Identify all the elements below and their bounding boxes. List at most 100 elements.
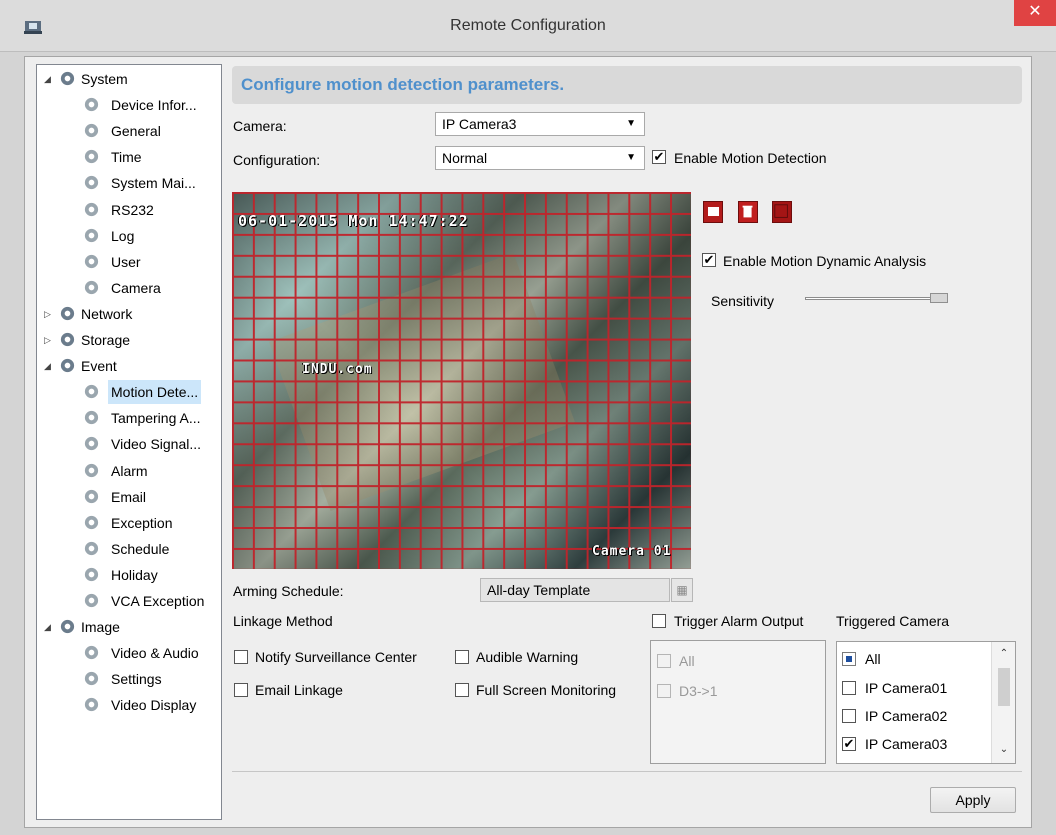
configuration-dropdown-value: Normal (442, 150, 488, 166)
draw-area-icon (708, 207, 719, 216)
tree-item[interactable]: System Mai... (37, 171, 221, 195)
email-linkage-checkbox[interactable] (234, 683, 248, 697)
gear-group-icon (60, 306, 75, 321)
scroll-thumb[interactable] (998, 668, 1010, 706)
gear-icon (84, 698, 99, 712)
tree-item[interactable]: Holiday (37, 563, 221, 587)
tree-item-label: Schedule (111, 540, 170, 557)
tree-item[interactable]: Settings (37, 667, 221, 691)
collapsed-arrow-icon[interactable]: ▷ (44, 302, 54, 326)
remote-config-window: Remote Configuration ✕ ◢ System Device Inf… (0, 0, 1056, 835)
tree-item[interactable]: Motion Dete... (37, 380, 221, 405)
partial-check-mark (846, 656, 852, 662)
gear-icon (84, 567, 99, 582)
camera-all-checkbox[interactable] (842, 652, 856, 666)
gear-icon (84, 593, 99, 608)
audible-warning-checkbox[interactable] (455, 650, 469, 664)
config-tree[interactable]: ◢ System Device Infor... General Time System … (36, 64, 222, 820)
gear-icon (84, 202, 99, 216)
camera-dropdown[interactable]: IP Camera3 ▼ (435, 112, 645, 136)
alarm-output-d3-checkbox[interactable] (657, 684, 671, 698)
tree-item-label: Storage (81, 332, 131, 348)
notify-center-checkbox[interactable] (234, 650, 248, 664)
tree-item[interactable]: Camera (37, 276, 221, 300)
alarm-output-all-checkbox[interactable] (657, 654, 671, 668)
draw-all-button[interactable] (772, 201, 792, 223)
tree-item-label: Video Signal... (111, 436, 202, 453)
tree-item[interactable]: VCA Exception (37, 589, 221, 613)
tree-item[interactable]: ◢ Event (37, 354, 221, 378)
gear-icon (84, 254, 99, 268)
camera-list-scrollbar[interactable]: ⌃ ⌄ (991, 642, 1015, 763)
tree-item[interactable]: RS232 (37, 198, 221, 222)
dynamic-analysis-checkbox[interactable]: ✔ (702, 253, 716, 267)
tree-item[interactable]: Alarm (37, 459, 221, 483)
motion-grid[interactable] (232, 192, 691, 569)
delete-button[interactable] (738, 201, 758, 223)
camera-all-label: All (865, 651, 881, 667)
tree-item[interactable]: Log (37, 224, 221, 248)
enable-motion-checkbox[interactable]: ✔ (652, 150, 666, 164)
gear-icon (84, 97, 99, 112)
tree-item[interactable]: General (37, 119, 221, 143)
tree-item[interactable]: Exception (37, 511, 221, 535)
expanded-arrow-icon[interactable]: ◢ (44, 67, 54, 91)
tree-item-label: Image (81, 619, 120, 636)
camera02-checkbox[interactable] (842, 709, 856, 723)
apply-button[interactable]: Apply (930, 787, 1016, 813)
expanded-arrow-icon[interactable]: ◢ (44, 354, 54, 378)
tree-item[interactable]: Time (37, 145, 221, 169)
tree-item-label: Alarm (111, 462, 148, 479)
collapsed-arrow-icon[interactable]: ▷ (44, 328, 54, 352)
expanded-arrow-icon[interactable]: ◢ (44, 615, 54, 639)
alarm-output-list[interactable]: All D3->1 (650, 640, 826, 764)
arming-schedule-dropdown[interactable]: All-day Template (480, 578, 670, 602)
close-button[interactable]: ✕ (1014, 0, 1056, 26)
page-title: Configure motion detection parameters. (241, 75, 565, 94)
trigger-alarm-output-checkbox[interactable] (652, 614, 666, 628)
gear-icon (84, 228, 99, 242)
gear-icon (84, 176, 99, 190)
triggered-camera-list[interactable]: All IP Camera01 IP Camera02 ✔ IP Camera0… (836, 641, 1016, 764)
tree-item[interactable]: ◢ Image (37, 615, 221, 639)
trash-icon (742, 205, 753, 218)
tree-item-label: Motion Dete... (108, 380, 202, 405)
tree-item-label: Time (111, 149, 142, 166)
tree-item[interactable]: Tampering A... (37, 406, 221, 430)
tree-item[interactable]: Schedule (37, 537, 221, 561)
tree-item[interactable]: Video Display (37, 693, 221, 717)
camera04-checkbox[interactable] (842, 763, 856, 764)
tree-item[interactable]: Email (37, 485, 221, 509)
sensitivity-slider[interactable] (805, 297, 948, 300)
tree-item[interactable]: ▷ Storage (37, 328, 221, 352)
tree-item-label: Event (81, 358, 117, 375)
gear-icon (84, 385, 99, 399)
gear-icon (84, 411, 99, 425)
audible-warning-label: Audible Warning (476, 649, 579, 665)
camera02-label: IP Camera02 (865, 708, 948, 724)
tree-item[interactable]: Device Infor... (37, 93, 221, 117)
draw-area-button[interactable] (703, 201, 723, 223)
scroll-up-icon[interactable]: ⌃ (996, 644, 1012, 664)
sensitivity-slider-thumb[interactable] (930, 293, 948, 303)
tree-item-label: Device Infor... (111, 97, 197, 114)
triggered-camera-label: Triggered Camera (836, 613, 950, 629)
tree-item[interactable]: Video Signal... (37, 432, 221, 456)
scroll-down-icon[interactable]: ⌄ (996, 740, 1012, 760)
tree-item[interactable]: ▷ Network (37, 302, 221, 326)
sensitivity-label: Sensitivity (711, 293, 775, 309)
gear-group-icon (60, 332, 75, 347)
gear-icon (84, 489, 99, 503)
full-screen-monitoring-checkbox[interactable] (455, 683, 469, 697)
osd-camera-name: Camera 01 (592, 544, 672, 559)
gear-icon (84, 150, 99, 164)
calendar-edit-button[interactable]: ▦ (671, 578, 693, 602)
video-preview[interactable]: 06-01-2015 Mon 14:47:22 INDU.com Camera … (232, 192, 691, 569)
tree-item[interactable]: ◢ System (37, 67, 221, 91)
configuration-dropdown[interactable]: Normal ▼ (435, 146, 645, 170)
tree-item[interactable]: User (37, 250, 221, 274)
camera01-checkbox[interactable] (842, 681, 856, 695)
tree-item[interactable]: Video & Audio (37, 641, 221, 665)
tree-item-label: Email (111, 488, 147, 505)
camera03-checkbox[interactable]: ✔ (842, 737, 856, 751)
